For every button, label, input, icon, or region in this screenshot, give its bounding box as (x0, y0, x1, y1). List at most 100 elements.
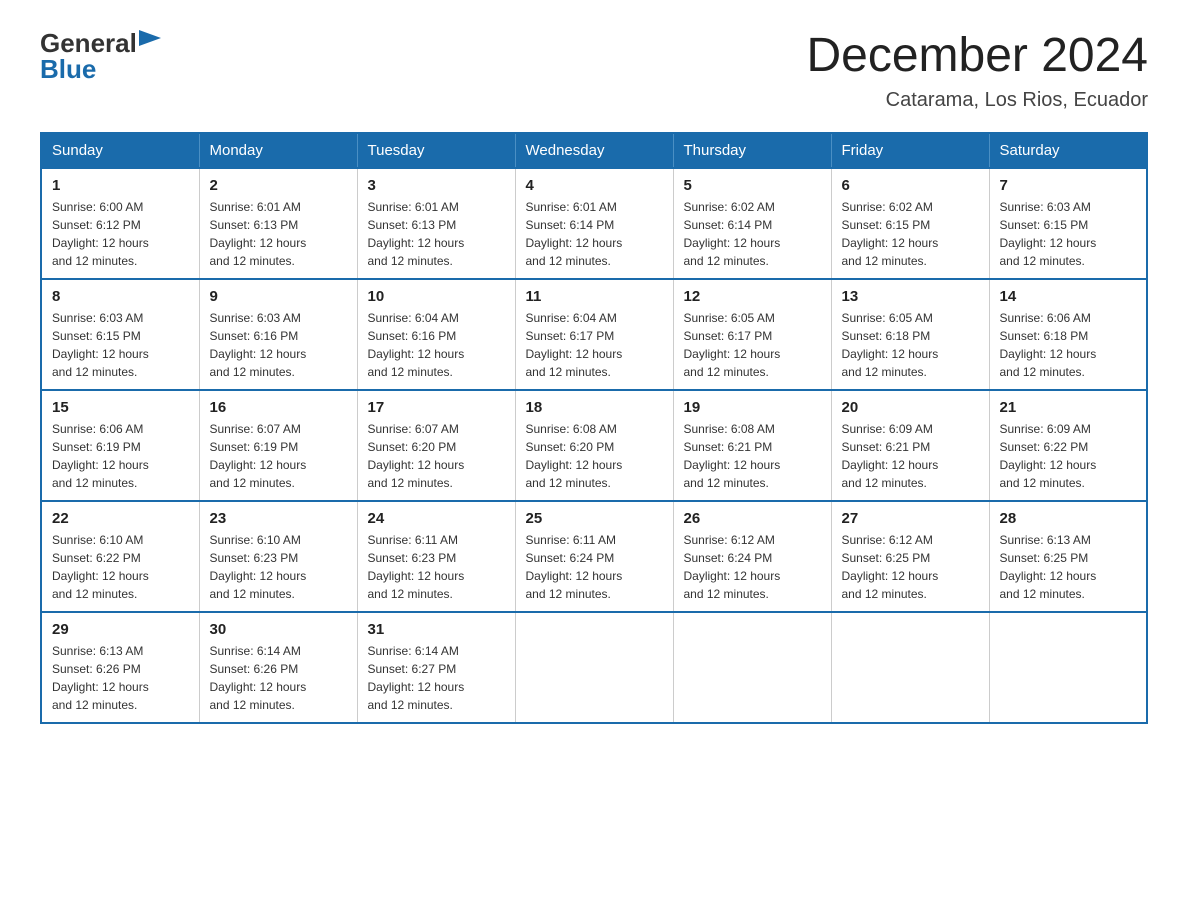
calendar-header-friday: Friday (831, 133, 989, 168)
day-number: 3 (368, 177, 505, 194)
logo-general: General (40, 30, 137, 56)
day-info: Sunrise: 6:03 AM Sunset: 6:15 PM Dayligh… (52, 309, 189, 381)
day-number: 18 (526, 399, 663, 416)
day-number: 1 (52, 177, 189, 194)
calendar-cell: 15 Sunrise: 6:06 AM Sunset: 6:19 PM Dayl… (41, 390, 199, 501)
calendar-header-sunday: Sunday (41, 133, 199, 168)
day-number: 19 (684, 399, 821, 416)
day-number: 9 (210, 288, 347, 305)
calendar-cell: 13 Sunrise: 6:05 AM Sunset: 6:18 PM Dayl… (831, 279, 989, 390)
day-number: 11 (526, 288, 663, 305)
calendar-cell: 27 Sunrise: 6:12 AM Sunset: 6:25 PM Dayl… (831, 501, 989, 612)
day-info: Sunrise: 6:04 AM Sunset: 6:16 PM Dayligh… (368, 309, 505, 381)
calendar-header-thursday: Thursday (673, 133, 831, 168)
day-info: Sunrise: 6:11 AM Sunset: 6:23 PM Dayligh… (368, 531, 505, 603)
day-number: 15 (52, 399, 189, 416)
calendar-cell (673, 612, 831, 723)
calendar-week-row: 15 Sunrise: 6:06 AM Sunset: 6:19 PM Dayl… (41, 390, 1147, 501)
day-number: 7 (1000, 177, 1137, 194)
day-number: 31 (368, 621, 505, 638)
day-number: 30 (210, 621, 347, 638)
day-info: Sunrise: 6:01 AM Sunset: 6:14 PM Dayligh… (526, 198, 663, 270)
calendar-cell: 18 Sunrise: 6:08 AM Sunset: 6:20 PM Dayl… (515, 390, 673, 501)
day-info: Sunrise: 6:01 AM Sunset: 6:13 PM Dayligh… (210, 198, 347, 270)
day-info: Sunrise: 6:02 AM Sunset: 6:15 PM Dayligh… (842, 198, 979, 270)
day-info: Sunrise: 6:00 AM Sunset: 6:12 PM Dayligh… (52, 198, 189, 270)
calendar-cell: 31 Sunrise: 6:14 AM Sunset: 6:27 PM Dayl… (357, 612, 515, 723)
calendar-cell: 8 Sunrise: 6:03 AM Sunset: 6:15 PM Dayli… (41, 279, 199, 390)
logo-blue: Blue (40, 54, 96, 84)
calendar-cell: 3 Sunrise: 6:01 AM Sunset: 6:13 PM Dayli… (357, 168, 515, 279)
day-info: Sunrise: 6:05 AM Sunset: 6:18 PM Dayligh… (842, 309, 979, 381)
day-number: 23 (210, 510, 347, 527)
calendar-cell: 7 Sunrise: 6:03 AM Sunset: 6:15 PM Dayli… (989, 168, 1147, 279)
calendar-cell: 28 Sunrise: 6:13 AM Sunset: 6:25 PM Dayl… (989, 501, 1147, 612)
month-title: December 2024 (806, 30, 1148, 83)
calendar-cell: 1 Sunrise: 6:00 AM Sunset: 6:12 PM Dayli… (41, 168, 199, 279)
day-number: 2 (210, 177, 347, 194)
calendar-cell: 20 Sunrise: 6:09 AM Sunset: 6:21 PM Dayl… (831, 390, 989, 501)
day-number: 16 (210, 399, 347, 416)
calendar-header-row: SundayMondayTuesdayWednesdayThursdayFrid… (41, 133, 1147, 168)
day-number: 29 (52, 621, 189, 638)
day-info: Sunrise: 6:03 AM Sunset: 6:16 PM Dayligh… (210, 309, 347, 381)
day-info: Sunrise: 6:02 AM Sunset: 6:14 PM Dayligh… (684, 198, 821, 270)
calendar-cell: 4 Sunrise: 6:01 AM Sunset: 6:14 PM Dayli… (515, 168, 673, 279)
calendar-cell: 29 Sunrise: 6:13 AM Sunset: 6:26 PM Dayl… (41, 612, 199, 723)
calendar-header-monday: Monday (199, 133, 357, 168)
day-info: Sunrise: 6:12 AM Sunset: 6:24 PM Dayligh… (684, 531, 821, 603)
day-number: 26 (684, 510, 821, 527)
day-info: Sunrise: 6:05 AM Sunset: 6:17 PM Dayligh… (684, 309, 821, 381)
day-info: Sunrise: 6:13 AM Sunset: 6:25 PM Dayligh… (1000, 531, 1137, 603)
calendar-cell: 2 Sunrise: 6:01 AM Sunset: 6:13 PM Dayli… (199, 168, 357, 279)
calendar-cell: 19 Sunrise: 6:08 AM Sunset: 6:21 PM Dayl… (673, 390, 831, 501)
calendar-cell: 14 Sunrise: 6:06 AM Sunset: 6:18 PM Dayl… (989, 279, 1147, 390)
calendar-cell (515, 612, 673, 723)
calendar-week-row: 8 Sunrise: 6:03 AM Sunset: 6:15 PM Dayli… (41, 279, 1147, 390)
calendar-cell: 6 Sunrise: 6:02 AM Sunset: 6:15 PM Dayli… (831, 168, 989, 279)
page-header: General Blue December 2024 Catarama, Los… (40, 30, 1148, 112)
day-number: 22 (52, 510, 189, 527)
day-number: 27 (842, 510, 979, 527)
calendar-table: SundayMondayTuesdayWednesdayThursdayFrid… (40, 132, 1148, 724)
calendar-cell: 26 Sunrise: 6:12 AM Sunset: 6:24 PM Dayl… (673, 501, 831, 612)
day-number: 25 (526, 510, 663, 527)
location-subtitle: Catarama, Los Rios, Ecuador (806, 89, 1148, 112)
day-number: 20 (842, 399, 979, 416)
day-number: 14 (1000, 288, 1137, 305)
calendar-cell: 16 Sunrise: 6:07 AM Sunset: 6:19 PM Dayl… (199, 390, 357, 501)
calendar-cell: 24 Sunrise: 6:11 AM Sunset: 6:23 PM Dayl… (357, 501, 515, 612)
calendar-cell: 23 Sunrise: 6:10 AM Sunset: 6:23 PM Dayl… (199, 501, 357, 612)
day-number: 8 (52, 288, 189, 305)
calendar-cell: 9 Sunrise: 6:03 AM Sunset: 6:16 PM Dayli… (199, 279, 357, 390)
calendar-cell: 12 Sunrise: 6:05 AM Sunset: 6:17 PM Dayl… (673, 279, 831, 390)
day-info: Sunrise: 6:13 AM Sunset: 6:26 PM Dayligh… (52, 642, 189, 714)
day-info: Sunrise: 6:04 AM Sunset: 6:17 PM Dayligh… (526, 309, 663, 381)
calendar-cell: 10 Sunrise: 6:04 AM Sunset: 6:16 PM Dayl… (357, 279, 515, 390)
calendar-cell: 25 Sunrise: 6:11 AM Sunset: 6:24 PM Dayl… (515, 501, 673, 612)
calendar-cell (989, 612, 1147, 723)
title-block: December 2024 Catarama, Los Rios, Ecuado… (806, 30, 1148, 112)
day-info: Sunrise: 6:12 AM Sunset: 6:25 PM Dayligh… (842, 531, 979, 603)
day-number: 5 (684, 177, 821, 194)
day-info: Sunrise: 6:08 AM Sunset: 6:20 PM Dayligh… (526, 420, 663, 492)
day-number: 10 (368, 288, 505, 305)
day-info: Sunrise: 6:06 AM Sunset: 6:19 PM Dayligh… (52, 420, 189, 492)
day-info: Sunrise: 6:10 AM Sunset: 6:22 PM Dayligh… (52, 531, 189, 603)
day-info: Sunrise: 6:07 AM Sunset: 6:20 PM Dayligh… (368, 420, 505, 492)
day-info: Sunrise: 6:01 AM Sunset: 6:13 PM Dayligh… (368, 198, 505, 270)
calendar-cell (831, 612, 989, 723)
day-number: 28 (1000, 510, 1137, 527)
day-number: 6 (842, 177, 979, 194)
calendar-header-saturday: Saturday (989, 133, 1147, 168)
logo-triangle-icon (139, 30, 161, 52)
day-info: Sunrise: 6:03 AM Sunset: 6:15 PM Dayligh… (1000, 198, 1137, 270)
calendar-cell: 11 Sunrise: 6:04 AM Sunset: 6:17 PM Dayl… (515, 279, 673, 390)
day-info: Sunrise: 6:14 AM Sunset: 6:27 PM Dayligh… (368, 642, 505, 714)
calendar-header-tuesday: Tuesday (357, 133, 515, 168)
day-info: Sunrise: 6:14 AM Sunset: 6:26 PM Dayligh… (210, 642, 347, 714)
day-number: 21 (1000, 399, 1137, 416)
logo: General Blue (40, 30, 161, 82)
calendar-cell: 21 Sunrise: 6:09 AM Sunset: 6:22 PM Dayl… (989, 390, 1147, 501)
day-number: 24 (368, 510, 505, 527)
